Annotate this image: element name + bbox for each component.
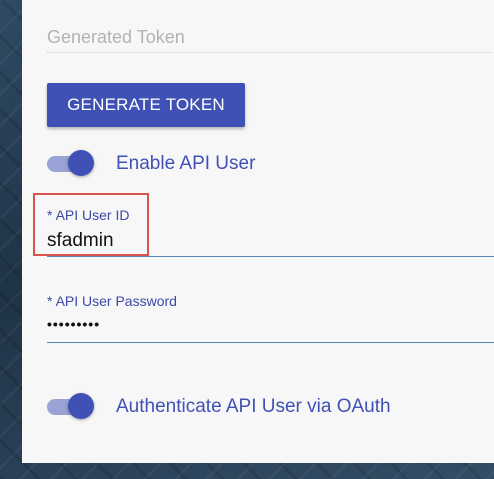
oauth-toggle[interactable] bbox=[47, 393, 94, 419]
api-user-id-underline bbox=[47, 256, 494, 257]
generate-token-button[interactable]: GENERATE TOKEN bbox=[47, 83, 245, 127]
oauth-toggle-label: Authenticate API User via OAuth bbox=[116, 396, 391, 417]
api-user-id-input[interactable]: sfadmin bbox=[47, 230, 114, 252]
enable-api-user-label: Enable API User bbox=[116, 153, 256, 174]
api-user-id-label: * API User ID bbox=[47, 207, 130, 223]
toggle-knob bbox=[68, 393, 94, 419]
toggle-knob bbox=[68, 150, 94, 176]
generated-token-field[interactable] bbox=[47, 22, 494, 53]
enable-api-user-toggle[interactable] bbox=[47, 150, 94, 176]
api-user-password-underline bbox=[47, 342, 494, 343]
api-user-password-input[interactable]: ••••••••• bbox=[47, 316, 100, 332]
settings-panel: GENERATE TOKEN Enable API User * API Use… bbox=[22, 0, 494, 463]
api-user-password-label: * API User Password bbox=[47, 293, 177, 309]
